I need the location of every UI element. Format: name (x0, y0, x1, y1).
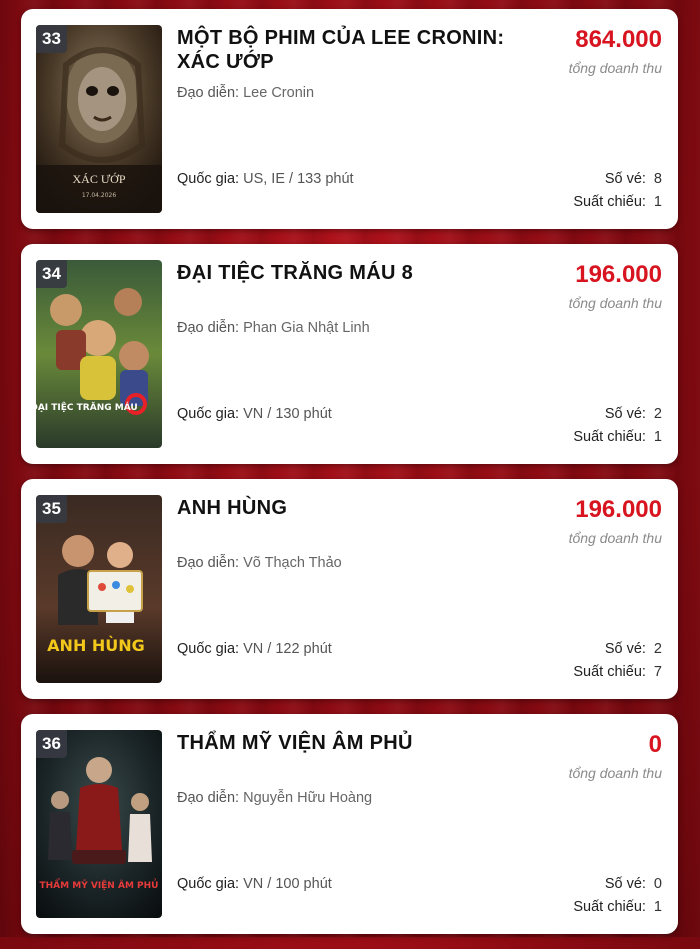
poster-image: ĐẠI TIỆC TRĂNG MÁU (36, 260, 162, 448)
movie-card[interactable]: THẨM MỸ VIỆN ÂM PHỦ 36 THẨM MỸ VIỆN ÂM P… (21, 714, 678, 934)
movie-poster[interactable]: ĐẠI TIỆC TRĂNG MÁU 34 (36, 260, 162, 448)
tickets-stat: Số vé: 0 (605, 876, 662, 892)
director-line: Đạo diễn: Lee Cronin (177, 85, 314, 101)
director-name: Phan Gia Nhật Linh (243, 320, 370, 336)
country-line: Quốc gia: VN / 100 phút (177, 876, 332, 892)
country-runtime: VN / 100 phút (243, 876, 332, 892)
shows-stat: Suất chiếu: 1 (573, 899, 662, 915)
poster-image: ANH HÙNG (36, 495, 162, 683)
shows-label: Suất chiếu: (573, 429, 646, 445)
revenue-label: tổng doanh thu (568, 60, 662, 76)
country-runtime: US, IE / 133 phút (243, 171, 354, 187)
director-label: Đạo diễn: (177, 790, 240, 806)
country-runtime: VN / 130 phút (243, 406, 332, 422)
revenue-label: tổng doanh thu (568, 295, 662, 311)
shows-stat: Suất chiếu: 1 (573, 429, 662, 445)
poster-release-date: 17.04.2026 (82, 192, 117, 199)
revenue-value: 196.000 (575, 261, 662, 288)
country-line: Quốc gia: US, IE / 133 phút (177, 171, 354, 187)
poster-image: THẨM MỸ VIỆN ÂM PHỦ (36, 730, 162, 918)
movie-title[interactable]: MỘT BỘ PHIM CỦA LEE CRONIN: XÁC ƯỚP (177, 26, 527, 74)
shows-value: 7 (653, 664, 662, 680)
director-label: Đạo diễn: (177, 85, 240, 101)
tickets-value: 0 (653, 876, 662, 892)
revenue-label: tổng doanh thu (568, 765, 662, 781)
tickets-label: Số vé: (604, 171, 646, 187)
country-label: Quốc gia: (177, 171, 240, 187)
rank-badge: 33 (36, 25, 67, 53)
movie-card[interactable]: XÁC ƯỚP 17.04.2026 33 MỘT BỘ PHIM CỦA LE… (21, 9, 678, 229)
rank-badge: 35 (36, 495, 67, 523)
shows-value: 1 (653, 429, 662, 445)
shows-value: 1 (653, 899, 662, 915)
director-line: Đạo diễn: Phan Gia Nhật Linh (177, 320, 370, 336)
poster-caption: ĐẠI TIỆC TRĂNG MÁU (36, 401, 138, 413)
tickets-stat: Số vé: 8 (605, 171, 662, 187)
country-line: Quốc gia: VN / 130 phút (177, 406, 332, 422)
tickets-value: 2 (653, 641, 662, 657)
director-name: Võ Thạch Thảo (243, 555, 342, 571)
shows-label: Suất chiếu: (573, 899, 646, 915)
movie-title[interactable]: ANH HÙNG (177, 496, 527, 520)
tickets-value: 2 (653, 406, 662, 422)
director-line: Đạo diễn: Nguyễn Hữu Hoàng (177, 790, 372, 806)
director-line: Đạo diễn: Võ Thạch Thảo (177, 555, 342, 571)
poster-caption: XÁC ƯỚP (73, 172, 126, 186)
country-label: Quốc gia: (177, 641, 240, 657)
poster-image: XÁC ƯỚP 17.04.2026 (36, 25, 162, 213)
tickets-label: Số vé: (604, 406, 646, 422)
revenue-value: 864.000 (575, 26, 662, 53)
country-label: Quốc gia: (177, 406, 240, 422)
director-name: Nguyễn Hữu Hoàng (243, 790, 373, 806)
shows-stat: Suất chiếu: 1 (573, 194, 662, 210)
country-line: Quốc gia: VN / 122 phút (177, 641, 332, 657)
country-runtime: VN / 122 phút (243, 641, 332, 657)
tickets-value: 8 (653, 171, 662, 187)
movie-poster[interactable]: THẨM MỸ VIỆN ÂM PHỦ 36 (36, 730, 162, 918)
country-label: Quốc gia: (177, 876, 240, 892)
director-label: Đạo diễn: (177, 555, 240, 571)
movie-title[interactable]: ĐẠI TIỆC TRĂNG MÁU 8 (177, 261, 527, 285)
tickets-label: Số vé: (604, 641, 646, 657)
director-name: Lee Cronin (243, 85, 315, 101)
tickets-label: Số vé: (604, 876, 646, 892)
movie-card[interactable]: ĐẠI TIỆC TRĂNG MÁU 34 ĐẠI TIỆC TRĂNG MÁU… (21, 244, 678, 464)
shows-stat: Suất chiếu: 7 (573, 664, 662, 680)
tickets-stat: Số vé: 2 (605, 406, 662, 422)
revenue-value: 0 (648, 731, 662, 758)
revenue-value: 196.000 (575, 496, 662, 523)
rank-badge: 36 (36, 730, 67, 758)
rank-badge: 34 (36, 260, 67, 288)
movie-list: XÁC ƯỚP 17.04.2026 33 MỘT BỘ PHIM CỦA LE… (21, 9, 678, 949)
revenue-label: tổng doanh thu (568, 530, 662, 546)
shows-value: 1 (653, 194, 662, 210)
shows-label: Suất chiếu: (573, 664, 646, 680)
movie-poster[interactable]: XÁC ƯỚP 17.04.2026 33 (36, 25, 162, 213)
tickets-stat: Số vé: 2 (605, 641, 662, 657)
poster-caption: ANH HÙNG (47, 636, 145, 655)
director-label: Đạo diễn: (177, 320, 240, 336)
movie-title[interactable]: THẨM MỸ VIỆN ÂM PHỦ (177, 731, 527, 755)
movie-card[interactable]: ANH HÙNG 35 ANH HÙNG Đạo diễn: Võ Thạch … (21, 479, 678, 699)
shows-label: Suất chiếu: (573, 194, 646, 210)
movie-poster[interactable]: ANH HÙNG 35 (36, 495, 162, 683)
